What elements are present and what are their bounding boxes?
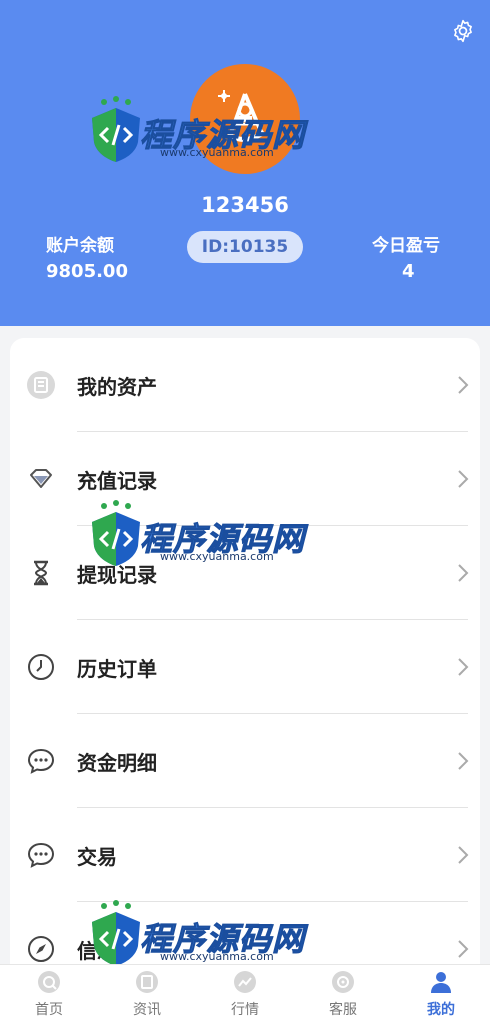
nav-news[interactable]: 资讯 xyxy=(98,965,196,1024)
nav-label: 我的 xyxy=(427,1002,455,1018)
username: 123456 xyxy=(201,193,289,217)
today-pnl-label: 今日盈亏 xyxy=(372,236,440,256)
menu-item-order-history[interactable]: 历史订单 xyxy=(10,620,480,714)
service-icon xyxy=(330,969,356,995)
balance-label: 账户余额 xyxy=(46,236,114,256)
nav-home[interactable]: 首页 xyxy=(0,965,98,1024)
nav-service[interactable]: 客服 xyxy=(294,965,392,1024)
user-icon xyxy=(428,969,454,995)
menu-item-label: 我的资产 xyxy=(77,374,157,399)
home-icon xyxy=(36,969,62,995)
menu-item-label: 提现记录 xyxy=(77,562,157,587)
today-pnl-value: 4 xyxy=(402,261,415,282)
balance-value: 9805.00 xyxy=(46,261,128,282)
nav-label: 客服 xyxy=(329,1002,357,1018)
chevron-right-icon xyxy=(458,470,469,488)
chevron-right-icon xyxy=(458,658,469,676)
nav-label: 首页 xyxy=(35,1002,63,1018)
nav-mine[interactable]: 我的 xyxy=(392,965,490,1024)
menu-item-my-assets[interactable]: 我的资产 xyxy=(10,338,480,432)
chevron-right-icon xyxy=(458,376,469,394)
user-id-badge: ID:10135 xyxy=(187,231,303,263)
chevron-right-icon xyxy=(458,846,469,864)
chat-bubble-icon xyxy=(26,840,56,870)
menu-item-label: 充值记录 xyxy=(77,468,157,493)
bottom-nav: 首页 资讯 行情 客服 我的 xyxy=(0,964,490,1024)
avatar[interactable] xyxy=(190,64,300,174)
nav-label: 行情 xyxy=(231,1002,259,1018)
menu-item-recharge-records[interactable]: 充值记录 xyxy=(10,432,480,526)
chevron-right-icon xyxy=(458,564,469,582)
chevron-right-icon xyxy=(458,752,469,770)
menu-item-label: 历史订单 xyxy=(77,656,157,681)
news-icon xyxy=(134,969,160,995)
diamond-icon xyxy=(26,464,56,494)
clock-icon xyxy=(26,652,56,682)
compass-icon xyxy=(26,934,56,964)
chevron-right-icon xyxy=(458,940,469,958)
nav-label: 资讯 xyxy=(133,1002,161,1018)
market-icon xyxy=(232,969,258,995)
menu-item-trade[interactable]: 交易 xyxy=(10,808,480,902)
menu-card: 我的资产 充值记录 提现记录 历史订单 资金明细 交易 信息 xyxy=(10,338,480,978)
menu-item-label: 信息 xyxy=(77,938,117,963)
chat-bubble-icon xyxy=(26,746,56,776)
nav-market[interactable]: 行情 xyxy=(196,965,294,1024)
menu-item-fund-details[interactable]: 资金明细 xyxy=(10,714,480,808)
wallet-icon xyxy=(26,370,56,400)
menu-item-withdraw-records[interactable]: 提现记录 xyxy=(10,526,480,620)
hourglass-icon xyxy=(26,558,56,588)
menu-item-label: 交易 xyxy=(77,844,117,869)
profile-header: 123456 账户余额 9805.00 ID:10135 今日盈亏 4 xyxy=(0,0,490,326)
settings-gear-icon[interactable] xyxy=(450,18,476,44)
menu-item-label: 资金明细 xyxy=(77,750,157,775)
sextant-logo-icon xyxy=(218,90,266,142)
